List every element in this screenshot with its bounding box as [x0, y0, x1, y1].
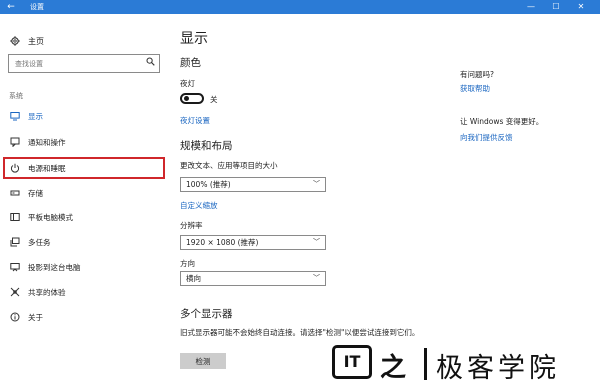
sidebar-item-project-to-pc[interactable]: 投影到这台电脑 — [9, 260, 81, 274]
sidebar-item-label: 通知和操作 — [28, 137, 66, 147]
sidebar: 主页 系统 显示 通知和操作 电源和睡眠 存储 平 — [0, 14, 170, 388]
sidebar-item-storage[interactable]: 存储 — [9, 186, 43, 200]
storage-icon — [9, 188, 20, 199]
back-button[interactable]: ← — [0, 0, 22, 14]
sidebar-home[interactable]: 主页 — [9, 34, 44, 48]
close-button[interactable]: ✕ — [570, 0, 592, 14]
sidebar-item-label: 存储 — [28, 188, 43, 198]
chevron-down-icon: ﹀ — [313, 238, 320, 246]
sidebar-item-label: 关于 — [28, 312, 43, 322]
sidebar-item-label: 显示 — [28, 111, 43, 121]
window-title: 设置 — [30, 3, 44, 11]
sidebar-item-notifications[interactable]: 通知和操作 — [9, 135, 66, 149]
scale-value: 100% (推荐) — [186, 180, 231, 189]
multiple-displays-heading: 多个显示器 — [180, 308, 233, 320]
sidebar-home-label: 主页 — [28, 36, 44, 46]
chevron-down-icon: ﹀ — [313, 180, 320, 188]
shared-experience-icon — [9, 287, 20, 298]
section-label-system: 系统 — [9, 92, 23, 100]
chevron-down-icon: ﹀ — [313, 274, 320, 282]
multitasking-icon — [9, 237, 20, 248]
resolution-dropdown[interactable]: 1920 × 1080 (推荐) ﹀ — [180, 235, 326, 250]
multiple-displays-description: 旧式显示器可能不会始终自动连接。请选择"检测"以便尝试连接到它们。 — [180, 328, 420, 337]
watermark-brand: 极客学院 — [436, 353, 560, 384]
scale-label: 更改文本、应用等项目的大小 — [180, 161, 278, 170]
sidebar-item-multitasking[interactable]: 多任务 — [9, 235, 51, 249]
detect-button[interactable]: 检测 — [180, 353, 226, 369]
sidebar-item-label: 投影到这台电脑 — [28, 262, 81, 272]
search-icon[interactable] — [146, 57, 155, 69]
main-content: 显示 颜色 夜灯 关 夜灯设置 规模和布局 更改文本、应用等项目的大小 100%… — [170, 14, 600, 388]
scale-dropdown[interactable]: 100% (推荐) ﹀ — [180, 177, 326, 192]
sidebar-item-label: 多任务 — [28, 237, 51, 247]
sidebar-item-about[interactable]: 关于 — [9, 310, 43, 324]
resolution-label: 分辨率 — [180, 221, 203, 230]
orientation-label: 方向 — [180, 259, 195, 268]
feedback-link[interactable]: 向我们提供反馈 — [460, 132, 513, 143]
scale-layout-heading: 规模和布局 — [180, 140, 233, 152]
sidebar-item-display[interactable]: 显示 — [9, 109, 43, 123]
question-text: 有问题吗? — [460, 70, 494, 79]
sidebar-item-tablet-mode[interactable]: 平板电脑模式 — [9, 210, 73, 224]
search-input[interactable] — [9, 55, 137, 72]
sidebar-item-label: 共享的体验 — [28, 287, 66, 297]
notification-icon — [9, 137, 20, 148]
monitor-icon — [9, 111, 20, 122]
tablet-mode-icon — [9, 212, 20, 223]
minimize-button[interactable]: — — [520, 0, 542, 14]
orientation-value: 横向 — [186, 274, 201, 283]
night-light-settings-link[interactable]: 夜灯设置 — [180, 115, 210, 126]
watermark-logo: IT — [332, 345, 372, 379]
maximize-button[interactable]: ☐ — [545, 0, 567, 14]
watermark: IT 之 极客学院 — [330, 343, 600, 388]
night-light-label: 夜灯 — [180, 79, 195, 88]
custom-scaling-link[interactable]: 自定义缩放 — [180, 200, 218, 211]
search-box[interactable] — [8, 54, 160, 73]
info-icon — [9, 312, 20, 323]
orientation-dropdown[interactable]: 横向 ﹀ — [180, 271, 326, 286]
highlight-box — [3, 157, 165, 179]
resolution-value: 1920 × 1080 (推荐) — [186, 238, 259, 247]
sidebar-item-shared-experiences[interactable]: 共享的体验 — [9, 285, 66, 299]
night-light-toggle[interactable] — [180, 93, 204, 104]
title-bar: ← 设置 — ☐ ✕ — [0, 0, 600, 14]
night-light-state: 关 — [210, 95, 218, 104]
watermark-divider — [424, 348, 427, 380]
gear-icon — [9, 36, 20, 47]
watermark-symbol: 之 — [380, 353, 407, 383]
project-icon — [9, 262, 20, 273]
improve-windows-text: 让 Windows 变得更好。 — [460, 117, 544, 126]
page-title: 显示 — [180, 31, 208, 47]
toggle-knob — [184, 96, 189, 101]
get-help-link[interactable]: 获取帮助 — [460, 83, 490, 94]
sidebar-item-label: 平板电脑模式 — [28, 212, 73, 222]
color-heading: 颜色 — [180, 57, 201, 69]
